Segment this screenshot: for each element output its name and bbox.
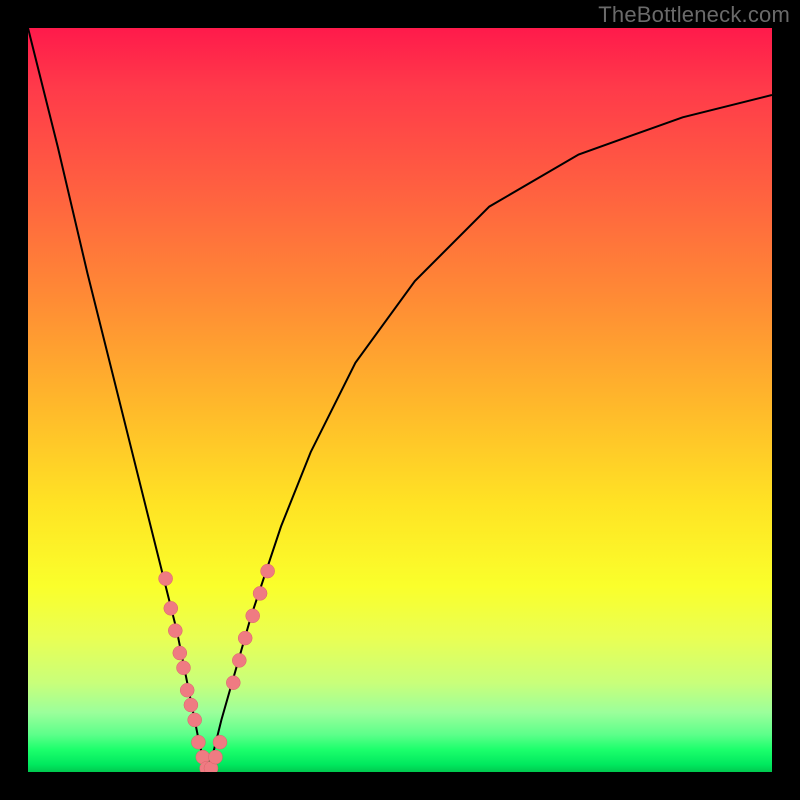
sample-dot	[184, 698, 198, 712]
sample-dot	[246, 609, 260, 623]
sample-dot	[226, 676, 240, 690]
sample-dot	[188, 713, 202, 727]
sample-dot	[177, 661, 191, 675]
sample-dots-group	[159, 564, 275, 772]
plot-area	[28, 28, 772, 772]
sample-dot	[213, 735, 227, 749]
sample-dot	[232, 653, 246, 667]
sample-dot	[261, 564, 275, 578]
sample-dot	[191, 735, 205, 749]
chart-svg	[28, 28, 772, 772]
sample-dot	[164, 601, 178, 615]
watermark-text: TheBottleneck.com	[598, 2, 790, 28]
sample-dot	[159, 572, 173, 586]
sample-dot	[238, 631, 252, 645]
sample-dot	[253, 586, 267, 600]
bottleneck-curve	[28, 28, 772, 772]
sample-dot	[168, 624, 182, 638]
sample-dot	[180, 683, 194, 697]
outer-frame: TheBottleneck.com	[0, 0, 800, 800]
sample-dot	[209, 750, 223, 764]
sample-dot	[173, 646, 187, 660]
